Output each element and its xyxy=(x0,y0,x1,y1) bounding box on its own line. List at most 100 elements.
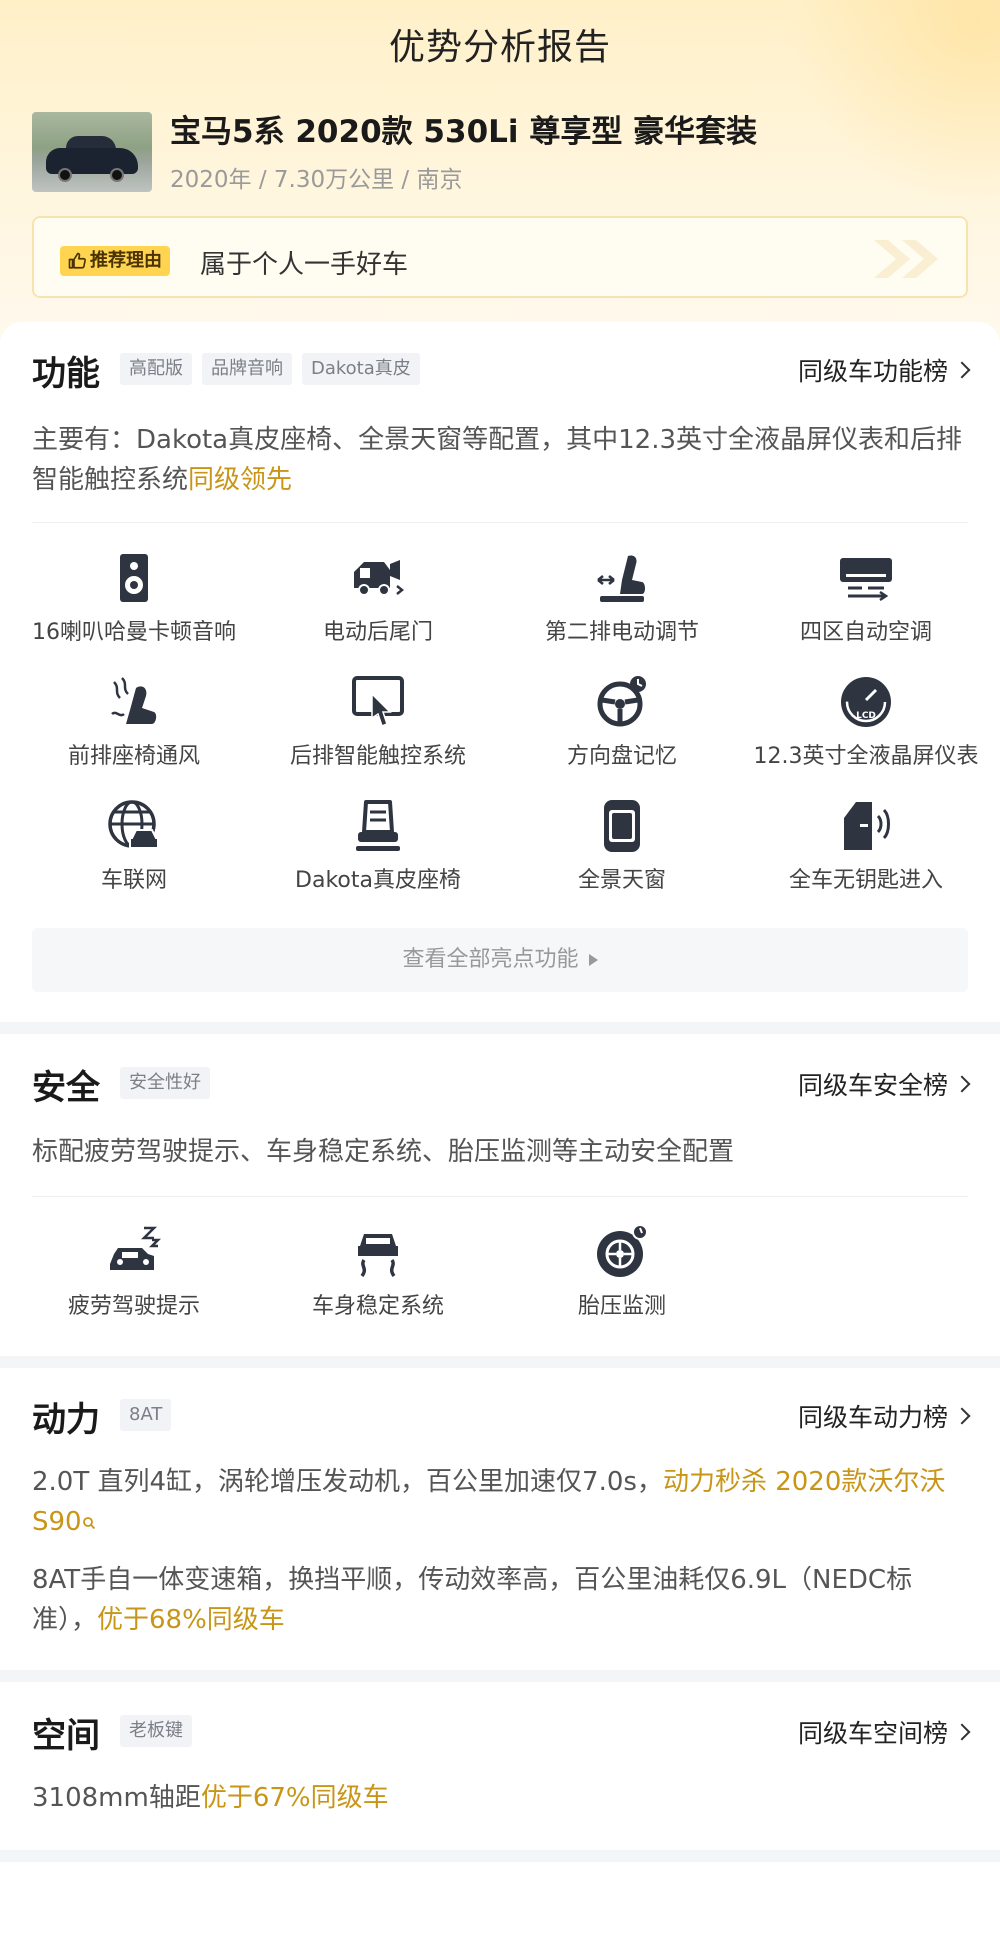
car-name: 宝马5系 2020款 530Li 尊享型 豪华套装 xyxy=(170,114,758,150)
feature-label: 疲劳驾驶提示 xyxy=(67,1294,200,1319)
safety-rank-label: 同级车安全榜 xyxy=(797,1071,948,1100)
power-desc-text: 2.0T 直列4缸，涡轮增压发动机，百公里加速仅7.0s， xyxy=(32,1467,663,1497)
tire-pressure-icon xyxy=(597,1224,648,1277)
speaker-icon xyxy=(120,554,148,602)
function-desc-highlight: 同级领先 xyxy=(188,465,293,495)
feature-item[interactable]: Dakota真皮座椅 xyxy=(256,798,500,894)
feature-label: 后排智能触控系统 xyxy=(289,744,466,769)
space-tags: 老板键 xyxy=(120,1715,192,1747)
feature-item[interactable]: 疲劳驾驶提示 xyxy=(12,1224,256,1320)
function-section-title: 功能 xyxy=(32,354,100,394)
power-section-title: 动力 xyxy=(32,1400,100,1440)
feature-item[interactable]: 方向盘记忆 xyxy=(500,674,744,770)
space-desc-highlight: 优于67%同级车 xyxy=(200,1783,389,1813)
feature-label: 四区自动空调 xyxy=(799,620,932,645)
function-rank-link[interactable]: 同级车功能榜 xyxy=(797,352,971,388)
chevron-right-icon xyxy=(953,1075,971,1093)
chevron-decoration-icon xyxy=(874,240,938,278)
space-rank-link[interactable]: 同级车空间榜 xyxy=(797,1714,971,1750)
chevron-right-icon xyxy=(953,361,971,379)
feature-item[interactable]: 前排座椅通风 xyxy=(12,674,256,770)
section-gap xyxy=(0,1670,1000,1682)
car-meta: 2020年 / 7.30万公里 / 南京 xyxy=(170,167,463,193)
feature-item[interactable]: LCD 12.3英寸全液晶屏仪表 xyxy=(744,674,988,770)
feature-item[interactable]: 全车无钥匙进入 xyxy=(744,798,988,894)
safety-rank-link[interactable]: 同级车安全榜 xyxy=(797,1066,971,1102)
feature-item[interactable]: 车身稳定系统 xyxy=(256,1224,500,1320)
feature-label: 16喇叭哈曼卡顿音响 xyxy=(32,620,236,645)
feature-label: 全车无钥匙进入 xyxy=(788,868,943,893)
safety-description: 标配疲劳驾驶提示、车身稳定系统、胎压监测等主动安全配置 xyxy=(32,1137,735,1167)
feature-item[interactable]: 第二排电动调节 xyxy=(500,550,744,646)
chevron-right-icon xyxy=(953,1723,971,1741)
power-description-gearbox: 8AT手自一体变速箱，换挡平顺，传动效率高，百公里油耗仅6.9L（NEDC标准）… xyxy=(32,1560,968,1640)
lcd-gauge-icon: LCD xyxy=(841,677,891,727)
feature-item[interactable]: 车联网 xyxy=(12,798,256,894)
safety-section-title: 安全 xyxy=(32,1068,100,1108)
function-tags: 高配版 品牌音响 Dakota真皮 xyxy=(120,353,420,385)
svg-text:LCD: LCD xyxy=(856,711,876,721)
feature-item[interactable]: 四区自动空调 xyxy=(744,550,988,646)
function-description: 主要有：Dakota真皮座椅、全景天窗等配置，其中12.3英寸全液晶屏仪表和后排… xyxy=(32,420,968,500)
thumbs-up-icon xyxy=(68,252,86,269)
recommend-badge: 推荐理由 xyxy=(60,246,170,276)
recommend-badge-label: 推荐理由 xyxy=(90,250,162,271)
stability-control-icon xyxy=(358,1234,398,1278)
play-arrow-icon xyxy=(588,954,598,966)
keyless-entry-icon xyxy=(844,802,890,850)
feature-label: 电动后尾门 xyxy=(322,620,433,645)
space-description: 3108mm轴距优于67%同级车 xyxy=(32,1778,968,1818)
recommend-reason-text: 属于个人一手好车 xyxy=(200,250,409,280)
feature-label: 胎压监测 xyxy=(577,1294,666,1319)
tag: 安全性好 xyxy=(120,1067,210,1099)
power-rank-label: 同级车动力榜 xyxy=(797,1403,948,1432)
power-description-engine: 2.0T 直列4缸，涡轮增压发动机，百公里加速仅7.0s，动力秒杀 2020款沃… xyxy=(32,1462,968,1542)
connected-car-icon xyxy=(108,800,159,849)
tag: Dakota真皮 xyxy=(302,353,420,385)
section-gap xyxy=(0,1356,1000,1368)
power-tailgate-icon xyxy=(354,560,405,596)
panoramic-sunroof-icon xyxy=(604,800,640,852)
tag: 品牌音响 xyxy=(202,353,292,385)
leather-seat-icon xyxy=(356,800,400,851)
tag: 老板键 xyxy=(120,1715,192,1747)
page-title: 优势分析报告 xyxy=(388,27,611,68)
divider xyxy=(32,522,968,523)
feature-item[interactable]: 16喇叭哈曼卡顿音响 xyxy=(12,550,256,646)
seat-adjust-icon xyxy=(597,555,645,602)
feature-label: 前排座椅通风 xyxy=(67,744,200,769)
space-section-title: 空间 xyxy=(32,1716,100,1756)
power-desc-highlight: 优于68%同级车 xyxy=(97,1605,285,1635)
divider xyxy=(32,1196,968,1197)
section-gap xyxy=(0,1850,1000,1862)
feature-label: 车联网 xyxy=(100,868,167,893)
feature-label: Dakota真皮座椅 xyxy=(295,868,461,893)
feature-label: 车身稳定系统 xyxy=(311,1294,444,1319)
feature-item[interactable]: 胎压监测 xyxy=(500,1224,744,1320)
section-gap xyxy=(0,1022,1000,1034)
fatigue-warning-icon xyxy=(110,1226,162,1270)
recommend-reason-box: 推荐理由 属于个人一手好车 xyxy=(32,216,968,298)
touch-screen-icon xyxy=(352,676,404,727)
tag: 8AT xyxy=(120,1399,172,1431)
feature-label: 12.3英寸全液晶屏仪表 xyxy=(753,744,979,769)
space-rank-label: 同级车空间榜 xyxy=(797,1719,948,1748)
feature-label: 全景天窗 xyxy=(577,868,666,893)
function-rank-label: 同级车功能榜 xyxy=(797,357,948,386)
tag: 高配版 xyxy=(120,353,192,385)
car-thumbnail[interactable] xyxy=(32,112,152,192)
power-tags: 8AT xyxy=(120,1399,172,1431)
feature-item[interactable]: 后排智能触控系统 xyxy=(256,674,500,770)
safety-tags: 安全性好 xyxy=(120,1067,210,1099)
view-all-features-button[interactable]: 查看全部亮点功能 xyxy=(32,928,968,992)
power-rank-link[interactable]: 同级车动力榜 xyxy=(797,1398,971,1434)
view-all-features-label: 查看全部亮点功能 xyxy=(402,947,579,972)
function-desc-text: 主要有：Dakota真皮座椅、全景天窗等配置，其中12.3英寸全液晶屏仪表和后排… xyxy=(32,425,963,495)
feature-item[interactable]: 电动后尾门 xyxy=(256,550,500,646)
search-icon xyxy=(82,1516,95,1529)
steering-wheel-memory-icon xyxy=(597,676,646,727)
feature-item[interactable]: 全景天窗 xyxy=(500,798,744,894)
seat-ventilation-icon xyxy=(111,677,157,724)
chevron-right-icon xyxy=(953,1407,971,1425)
feature-label: 方向盘记忆 xyxy=(566,744,677,769)
